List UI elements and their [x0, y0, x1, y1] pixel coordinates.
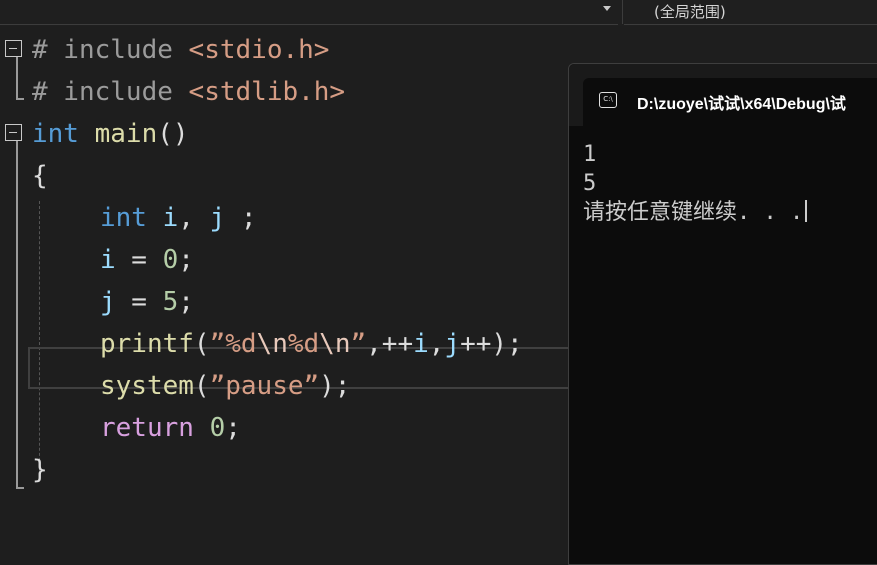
indent-guide	[39, 201, 40, 481]
output-prompt-text: 请按任意键继续. . .	[583, 200, 804, 225]
fold-line-end	[16, 487, 24, 489]
fold-line	[16, 57, 18, 99]
code-line-8[interactable]: printf(”%d\n%d\n”,++i,j++);	[100, 323, 523, 365]
dropdown-arrow-icon[interactable]	[603, 6, 611, 11]
terminal-icon: C:\	[599, 92, 617, 108]
code-line-2[interactable]: # include <stdlib.h>	[32, 71, 345, 113]
file-scope-dropdown[interactable]	[0, 0, 618, 25]
divider	[622, 0, 623, 24]
output-line: 5	[583, 171, 597, 196]
collapse-icon[interactable]	[5, 40, 22, 57]
console-tab[interactable]: C:\ D:\zuoye\试试\x64\Debug\试	[583, 78, 877, 126]
text-cursor	[805, 200, 808, 222]
code-line-10[interactable]: return 0;	[100, 407, 241, 449]
console-output: 1 5 请按任意键继续. . .	[583, 140, 808, 227]
console-title: D:\zuoye\试试\x64\Debug\试	[637, 96, 846, 113]
code-line-3[interactable]: int main()	[32, 113, 189, 155]
fold-line-end	[16, 98, 24, 100]
code-line-6[interactable]: i = 0;	[100, 239, 194, 281]
fold-line	[16, 141, 18, 489]
code-line-11[interactable]: }	[32, 449, 48, 491]
code-line-4[interactable]: {	[32, 155, 48, 197]
code-line-5[interactable]: int i, j ;	[100, 197, 257, 239]
output-line: 1	[583, 142, 597, 167]
collapse-icon[interactable]	[5, 124, 22, 141]
code-line-7[interactable]: j = 5;	[100, 281, 194, 323]
scope-bar: (全局范围)	[0, 0, 877, 26]
console-titlebar[interactable]: C:\ D:\zuoye\试试\x64\Debug\试	[569, 64, 877, 126]
code-line-1[interactable]: # include <stdio.h>	[32, 29, 329, 71]
code-line-9[interactable]: system(”pause”);	[100, 365, 350, 407]
scope-label: (全局范围)	[654, 3, 726, 21]
output-line: 请按任意键继续. . .	[583, 198, 808, 227]
console-window[interactable]: C:\ D:\zuoye\试试\x64\Debug\试 1 5 请按任意键继续.…	[568, 63, 877, 565]
